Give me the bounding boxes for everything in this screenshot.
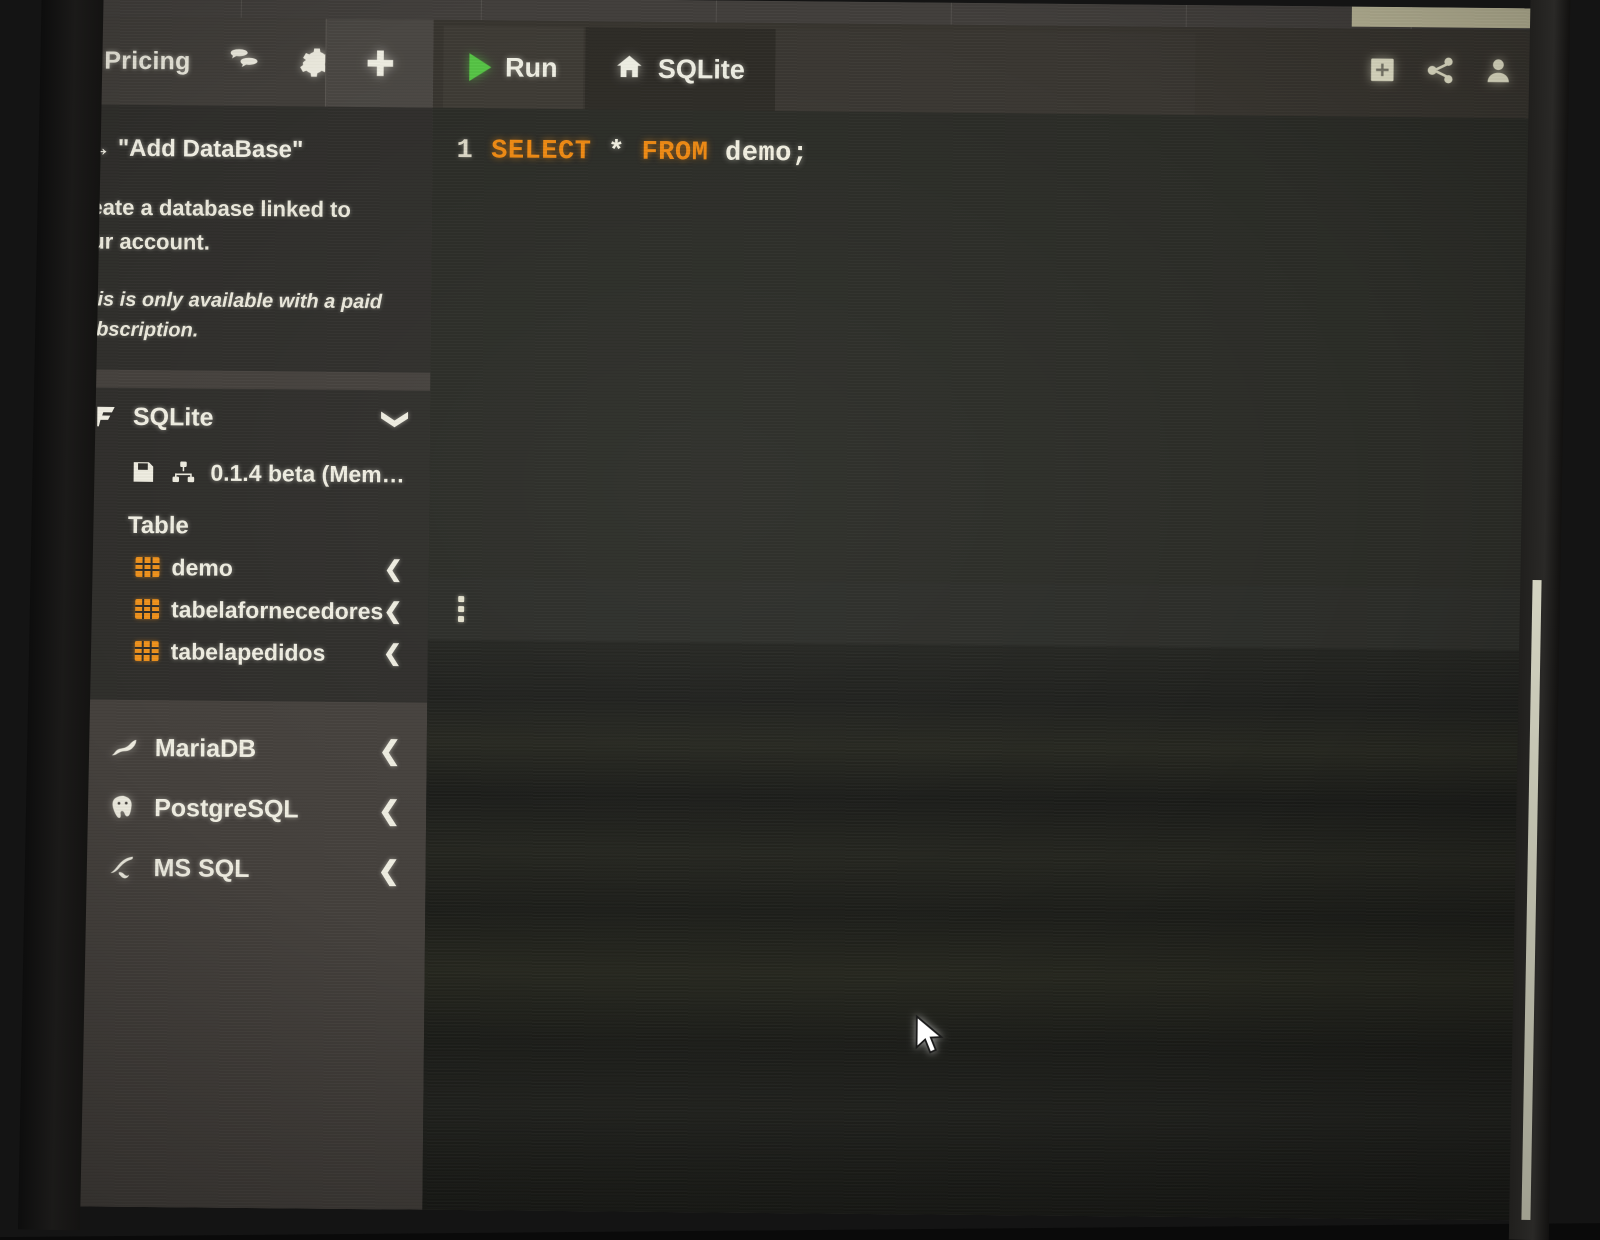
kebab-dot <box>458 616 464 622</box>
editor-tab-bar: Run SQLite <box>433 20 1532 119</box>
chevron-left-icon[interactable]: ❮ <box>378 797 400 823</box>
editor-actions <box>1367 55 1513 86</box>
table-section-header: Table <box>46 497 429 549</box>
sql-space <box>625 138 642 168</box>
sql-table-identifier: demo; <box>725 139 809 170</box>
floppy-save-icon <box>130 459 160 485</box>
tab-bar-empty-area[interactable] <box>775 29 1196 115</box>
browser-tab[interactable] <box>717 0 952 24</box>
engine-label: MariaDB <box>155 734 379 765</box>
chevron-left-icon[interactable]: ❮ <box>384 558 403 580</box>
tree-node-db-instance[interactable]: 0.1.4 beta (Mem… <box>46 445 429 501</box>
tab-sqlite[interactable]: SQLite <box>585 27 776 111</box>
sql-keyword-from: FROM <box>641 138 708 169</box>
run-button[interactable]: Run <box>443 26 584 109</box>
info-card-note: This is only available with a paid subsc… <box>65 284 400 347</box>
kebab-dot <box>458 596 464 602</box>
kebab-dot <box>458 606 464 612</box>
table-name: tabelafornecedores <box>171 596 384 625</box>
browser-window-controls[interactable] <box>1352 7 1532 29</box>
info-card-title: + → "Add DataBase" <box>66 134 400 165</box>
run-label: Run <box>505 52 558 84</box>
postgresql-elephant-icon <box>106 793 140 823</box>
chevron-left-icon[interactable]: ❮ <box>379 737 401 763</box>
db-instance-label: 0.1.4 beta (Mem… <box>210 459 405 488</box>
chat-bubble-icon[interactable] <box>226 45 260 79</box>
mssql-server-icon <box>105 853 139 883</box>
plus-icon <box>363 46 397 80</box>
chevron-left-icon[interactable]: ❮ <box>384 600 403 622</box>
tree-node-mariadb[interactable]: MariaDB ❮ <box>34 717 427 781</box>
browser-tab[interactable] <box>482 0 717 22</box>
info-card-body: Create a database linked to your account… <box>65 190 400 261</box>
sql-space <box>591 137 608 167</box>
engine-list: MariaDB ❮ PostgreSQL ❮ <box>33 717 427 901</box>
home-icon <box>616 52 644 85</box>
chevron-left-icon[interactable]: ❮ <box>378 857 400 883</box>
chevron-left-icon[interactable]: ❮ <box>383 642 402 664</box>
add-database-button[interactable] <box>325 19 434 108</box>
sitemap-icon <box>170 459 200 485</box>
pricing-label: Pricing <box>104 46 190 76</box>
table-row[interactable]: tabelafornecedores ❮ <box>45 587 428 633</box>
results-panel <box>422 578 1526 1221</box>
engine-label: MS SQL <box>153 854 377 885</box>
sql-ide-app: Pricing R <box>30 16 1531 1220</box>
results-grid-empty[interactable] <box>422 640 1525 1221</box>
sql-keyword-select: SELECT <box>491 136 592 167</box>
share-icon[interactable] <box>1425 55 1455 85</box>
engine-label: PostgreSQL <box>154 794 378 825</box>
kebab-menu-icon[interactable] <box>458 596 466 622</box>
line-number: 1 <box>456 136 473 166</box>
table-grid-icon <box>135 557 159 577</box>
chevron-down-icon[interactable]: ❯ <box>384 408 410 430</box>
table-name: tabelapedidos <box>171 638 384 667</box>
user-avatar-icon[interactable] <box>1483 56 1513 86</box>
sql-code-line[interactable]: 1 SELECT * FROM demo; <box>432 136 1530 177</box>
browser-tab[interactable] <box>242 0 482 20</box>
table-grid-icon <box>135 599 159 619</box>
mouse-cursor <box>912 1014 946 1058</box>
tree-node-sqlite[interactable]: SQLite ❯ <box>47 387 431 449</box>
save-snippet-icon[interactable] <box>1367 55 1397 85</box>
table-grid-icon <box>135 641 159 661</box>
mariadb-seal-icon <box>107 733 141 763</box>
tree-node-postgresql[interactable]: PostgreSQL ❮ <box>34 777 427 841</box>
tree-node-mssql[interactable]: MS SQL ❮ <box>33 837 426 901</box>
sql-space <box>708 138 725 168</box>
play-triangle-icon <box>469 53 491 81</box>
sql-editor[interactable]: 1 SELECT * FROM demo; <box>428 108 1530 589</box>
browser-tab[interactable] <box>952 3 1187 27</box>
sql-star: * <box>608 137 625 167</box>
tab-sqlite-label: SQLite <box>658 53 745 85</box>
results-toolbar <box>428 578 1527 651</box>
table-name: demo <box>171 554 384 583</box>
table-row[interactable]: demo ❮ <box>45 545 428 591</box>
monitor-screen: Pricing R <box>30 0 1532 1220</box>
tree-node-sqlite-label: SQLite <box>133 402 386 433</box>
table-row[interactable]: tabelapedidos ❮ <box>45 629 428 675</box>
